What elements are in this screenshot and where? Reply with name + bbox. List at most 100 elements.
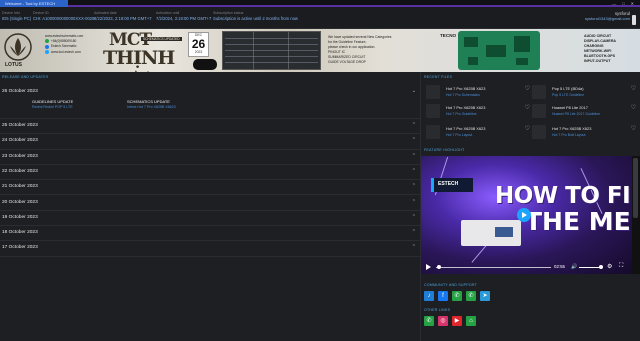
- chevron-up-icon[interactable]: ⌃: [412, 153, 416, 159]
- info-activated: Activated date 8/22/2023, 2:19:00 PM GMT+…: [94, 11, 152, 21]
- promo-banner[interactable]: LOTUS www.estechschematic.com +84(0)9880…: [0, 29, 640, 72]
- update-group[interactable]: 24 October 2023 ⌃: [0, 134, 420, 150]
- update-group[interactable]: 17 October 2023 ⌃: [0, 241, 420, 257]
- video-controls: 02:55 🔊 ⚙ ⛶: [421, 260, 632, 274]
- chevron-up-icon[interactable]: ⌃: [412, 168, 416, 174]
- tiktok-icon[interactable]: ♪: [424, 291, 434, 301]
- update-date: 26 October 2023: [2, 89, 38, 94]
- update-group[interactable]: 23 October 2023 ⌃: [0, 150, 420, 165]
- whatsapp-icon: [45, 39, 49, 44]
- schematics-update: SCHEMATICS UPDATE Infinix Hot 7 Pro X625…: [127, 99, 176, 110]
- heart-icon[interactable]: ♡: [525, 104, 530, 111]
- update-group[interactable]: 25 October 2023 ⌃: [0, 119, 420, 135]
- user-email: sysforul1343@gmail.com: [585, 16, 630, 21]
- chevron-up-icon[interactable]: ⌃: [412, 122, 416, 128]
- recent-file-item[interactable]: Hot 7 Pro X625B X623 Hot 7 Pro Schematics…: [426, 84, 530, 100]
- file-thumbnail: [426, 85, 440, 99]
- whatsapp-link-icon[interactable]: ✆: [424, 316, 434, 326]
- recent-file-item[interactable]: Pop 5 LTE (BD4a) Pop 5 LTE Guideline ♡: [532, 84, 636, 100]
- scrollbar[interactable]: [632, 156, 640, 274]
- shop-icon[interactable]: ⌂: [466, 316, 476, 326]
- account-info-bar: Device Info ID5 (Single PC) Device ID CHI:…: [0, 7, 640, 29]
- facebook-icon: [45, 44, 49, 49]
- file-thumbnail: [426, 104, 440, 118]
- file-thumbnail: [532, 125, 546, 139]
- other-links-title: OTHER LINKS: [424, 308, 451, 312]
- telegram-icon[interactable]: ➤: [480, 291, 490, 301]
- update-group[interactable]: 18 October 2023 ⌃: [0, 226, 420, 242]
- play-overlay-icon[interactable]: [517, 208, 531, 222]
- chevron-up-icon[interactable]: ⌃: [412, 244, 416, 250]
- close-icon[interactable]: ✕: [631, 0, 634, 7]
- calendar-badge: DEC 26 2023: [188, 32, 209, 57]
- info-subscription: Subscription status Subscription is activ…: [213, 11, 298, 21]
- contact-lines: www.estechschematic.com +84(0)988009180 …: [45, 34, 84, 54]
- whatsapp-icon[interactable]: ✆: [452, 291, 462, 301]
- seek-handle[interactable]: [437, 265, 441, 269]
- recent-file-item[interactable]: Hot 7 Pro X625B X623 Hot 7 Pro Layout ♡: [426, 124, 530, 140]
- volume-icon[interactable]: 🔊: [571, 264, 577, 270]
- user-info[interactable]: sysforul sysforul1343@gmail.com: [585, 11, 630, 22]
- volume-slider[interactable]: [579, 267, 601, 268]
- whatsapp-group-icon[interactable]: ✆: [466, 291, 476, 301]
- video-title-line2: THE MENU: [525, 207, 632, 236]
- update-group[interactable]: 20 October 2023 ⌃: [0, 196, 420, 211]
- minimize-icon[interactable]: —: [612, 0, 616, 7]
- heart-icon[interactable]: ♡: [525, 85, 530, 92]
- heart-icon[interactable]: ♡: [631, 125, 636, 132]
- heart-icon[interactable]: ♡: [631, 85, 636, 92]
- heart-icon[interactable]: ♡: [525, 125, 530, 132]
- recent-file-item[interactable]: Huawei P8 Lite 2017 Huawei P8 Lite 2017 G…: [532, 103, 636, 119]
- guideline-update: GUIDELINES UPDATE Redmi Redmi POP 5 LTE: [32, 99, 74, 110]
- seek-bar[interactable]: [436, 267, 551, 268]
- window-tab[interactable]: Welcome - Tool by ESTECH: [0, 0, 68, 7]
- facebook-icon[interactable]: f: [438, 291, 448, 301]
- banner-notice: We have updated several New Categories f…: [328, 35, 392, 64]
- video-screenshot-thumb: [461, 220, 521, 246]
- video-time: 02:55: [554, 264, 565, 269]
- window-controls: — □ ✕: [612, 0, 634, 7]
- file-thumbnail: [532, 85, 546, 99]
- update-group[interactable]: 21 October 2023 ⌃: [0, 180, 420, 196]
- video-title-line1: HOW TO FIND: [495, 183, 632, 209]
- chevron-up-icon[interactable]: ⌃: [412, 183, 416, 189]
- maximize-icon[interactable]: □: [622, 0, 624, 7]
- info-activation-until: Activation until 7/2/2024, 3:19:00 PM GMT…: [156, 11, 212, 21]
- updates-title: RELEASE AND UPDATES: [2, 75, 49, 79]
- instagram-icon[interactable]: ◎: [438, 316, 448, 326]
- schematic-preview: [222, 31, 321, 70]
- guideline-link[interactable]: Redmi Redmi POP 5 LTE: [32, 105, 73, 110]
- recent-file-item[interactable]: Hot 7 Pro X625B X623 Hot 7 Pro Bott Layou…: [532, 124, 636, 140]
- recent-file-item[interactable]: Hot 7 Pro X625B X623 Hot 7 Pro Guideline ♡: [426, 103, 530, 119]
- update-group[interactable]: 22 October 2023 ⌃: [0, 165, 420, 181]
- user-menu-handle[interactable]: [632, 15, 636, 25]
- file-thumbnail: [426, 125, 440, 139]
- file-thumbnail: [532, 104, 546, 118]
- fullscreen-icon[interactable]: ⛶: [619, 263, 623, 270]
- update-group[interactable]: 19 October 2023 ⌃: [0, 211, 420, 227]
- info-device-id: Device ID CHI: A1000000000000XXX-0028: [33, 11, 95, 21]
- globe-icon: [45, 49, 49, 54]
- settings-gear-icon[interactable]: ⚙: [607, 263, 612, 270]
- year-pill: [193, 59, 217, 70]
- feature-video[interactable]: ESTECH HOW TO FIND THE MENU 02:55 🔊 ⚙ ⛶: [421, 156, 632, 274]
- chevron-up-icon[interactable]: ⌃: [412, 137, 416, 143]
- chevron-up-icon[interactable]: ⌃: [412, 229, 416, 235]
- volume-handle[interactable]: [599, 265, 603, 269]
- feature-list: AUDIO CIRCUIT DISPLAY-CAMERA CHARGING NE…: [584, 34, 617, 63]
- window-tab-title: Welcome - Tool by ESTECH: [5, 1, 56, 6]
- play-icon[interactable]: [426, 264, 431, 270]
- chevron-up-icon[interactable]: ⌃: [412, 199, 416, 205]
- youtube-icon[interactable]: ▶: [452, 316, 462, 326]
- recent-files-title: RECENT FILES: [424, 75, 453, 79]
- circuit-board-image: [458, 31, 540, 70]
- community-title: COMMUNITY AND SUPPORT: [424, 283, 477, 287]
- chevron-down-icon[interactable]: ⌄: [412, 88, 416, 94]
- heart-icon[interactable]: ♡: [631, 104, 636, 111]
- schematics-link[interactable]: Infinix Hot 7 Pro X625B X6623: [127, 105, 176, 110]
- info-device: Device Info ID5 (Single PC): [2, 11, 32, 21]
- banner-title: MCT SCHEMATICS UPDATED THỊNH VƯỢNG: [103, 30, 182, 72]
- chevron-up-icon[interactable]: ⌃: [412, 214, 416, 220]
- update-group-expanded[interactable]: 26 October 2023 ⌄ GUIDELINES UPDATE Redm…: [0, 85, 420, 119]
- scrollbar-thumb[interactable]: [633, 158, 638, 218]
